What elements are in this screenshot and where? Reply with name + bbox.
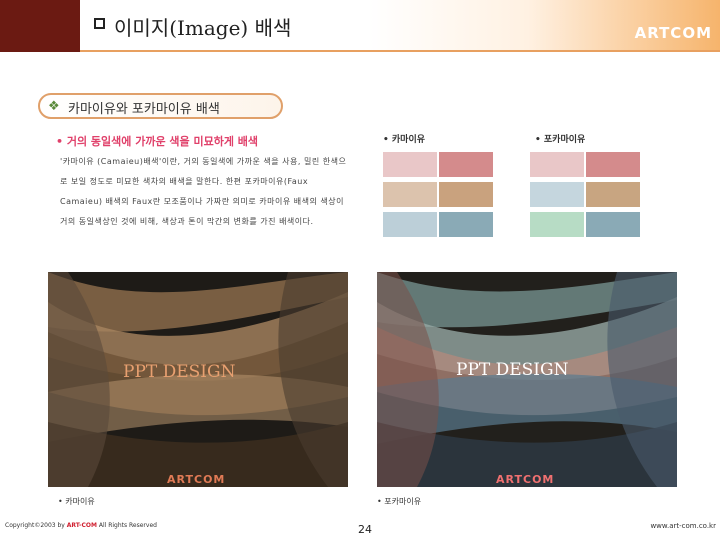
copyright-prefix: Copyright©2003 by <box>5 522 67 529</box>
page-number: 24 <box>358 523 372 536</box>
footer-copyright: Copyright©2003 by ART-COM All Rights Res… <box>5 522 157 529</box>
header-brand: ARTCOM <box>634 24 712 42</box>
footer-website: www.art-com.co.kr <box>650 522 716 530</box>
color-swatch <box>383 152 437 177</box>
color-swatch <box>530 182 584 207</box>
section-body: '카마이유 (Camaieu)배색'이란, 거의 동일색에 가까운 색을 사용,… <box>60 157 347 226</box>
subtitle-text: 카마이유와 포카마이유 배색 <box>68 102 220 117</box>
camaieu-image-title: PPT DESIGN <box>123 362 236 382</box>
color-swatch <box>530 152 584 177</box>
header-band <box>0 0 720 52</box>
section-heading: • 거의 동일색에 가까운 색을 미묘하게 배색 <box>56 135 259 148</box>
faux-camaieu-image-title: PPT DESIGN <box>456 360 569 380</box>
diamond-bullet-icon: ❖ <box>48 99 60 114</box>
color-swatch <box>439 182 493 207</box>
camaieu-image-brand: ARTCOM <box>167 473 226 486</box>
faux-camaieu-image-caption: • 포카마이유 <box>377 497 422 506</box>
color-swatch <box>586 182 640 207</box>
copyright-suffix: All Rights Reserved <box>96 522 157 529</box>
faux-camaieu-swatch-label: • 포카마이유 <box>535 135 586 145</box>
header-underline <box>80 50 720 52</box>
checkbox-bullet-icon <box>94 18 105 29</box>
camaieu-swatch-label: • 카마이유 <box>383 135 426 145</box>
color-swatch <box>530 212 584 237</box>
header-accent-block <box>0 0 80 52</box>
camaieu-image-caption: • 카마이유 <box>58 497 95 506</box>
color-swatch <box>383 212 437 237</box>
color-swatch <box>586 212 640 237</box>
color-swatch <box>586 152 640 177</box>
faux-camaieu-image-brand: ARTCOM <box>496 473 555 486</box>
copyright-brand: ART-COM <box>66 522 97 529</box>
color-swatch <box>439 152 493 177</box>
color-swatch <box>439 212 493 237</box>
color-swatch <box>383 182 437 207</box>
slide-title: 이미지(Image) 배색 <box>114 16 292 40</box>
